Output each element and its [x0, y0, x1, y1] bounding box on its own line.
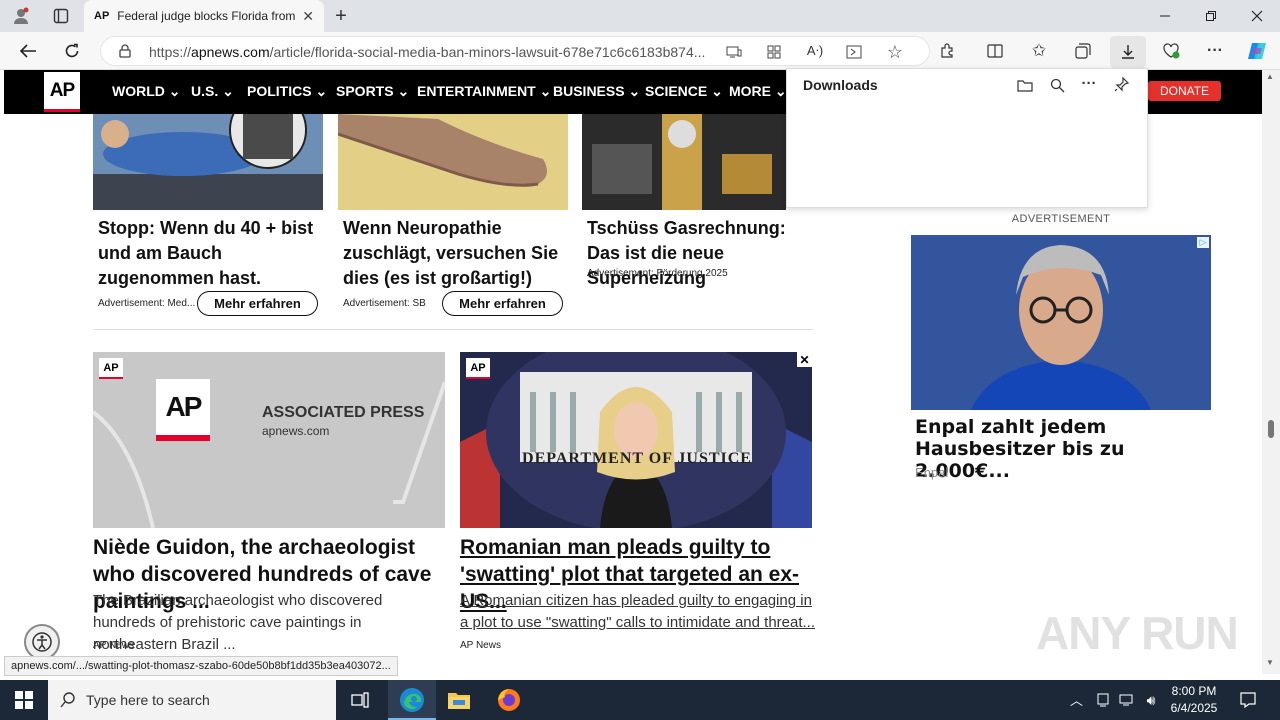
ad-close-icon[interactable]: ✕: [797, 352, 812, 367]
nav-sports[interactable]: SPORTS ⌄: [336, 83, 409, 100]
browser-essentials-icon[interactable]: [1160, 40, 1182, 62]
favorites-icon[interactable]: ✩: [1028, 40, 1050, 62]
article-source-1: AP News: [93, 640, 134, 651]
favorite-star-icon[interactable]: ☆: [885, 42, 905, 62]
active-tab[interactable]: AP Federal judge blocks Florida from ✕: [84, 0, 324, 32]
file-explorer-icon[interactable]: [446, 688, 472, 712]
associated-press-text: ASSOCIATED PRESS: [262, 404, 425, 421]
ap-image-logo: AP: [156, 379, 210, 441]
new-tab-icon[interactable]: +: [330, 5, 352, 27]
mehr-erfahren-button-1[interactable]: Mehr erfahren: [197, 291, 318, 316]
nav-science[interactable]: SCIENCE ⌄: [645, 83, 723, 100]
network-device-icon[interactable]: [1094, 690, 1112, 710]
open-folder-icon[interactable]: [1015, 75, 1035, 95]
edge-taskbar-button[interactable]: [388, 680, 436, 720]
ad-source-heating: Advertisement: Förderung 2025: [587, 268, 728, 279]
ad-title-neuropathy[interactable]: Wenn Neuropathie zuschlägt, versuchen Si…: [343, 216, 568, 291]
taskbar-search-box[interactable]: Type here to search: [48, 680, 336, 720]
mehr-erfahren-button-2[interactable]: Mehr erfahren: [442, 291, 563, 316]
nav-us[interactable]: U.S. ⌄: [191, 83, 234, 100]
apnews-domain-text: apnews.com: [262, 424, 330, 438]
status-link-url: apnews.com/.../swatting-plot-thomasz-sza…: [4, 656, 398, 676]
downloads-icon[interactable]: [1110, 36, 1146, 68]
restore-icon[interactable]: [1200, 5, 1222, 27]
ap-favicon-icon: AP: [94, 10, 110, 22]
tab-title: Federal judge blocks Florida from: [117, 9, 296, 23]
anyrun-watermark: ANY RUN: [1036, 607, 1239, 659]
back-icon[interactable]: [16, 40, 40, 62]
nav-world[interactable]: WORLD ⌄: [112, 83, 181, 100]
downloads-title: Downloads: [803, 77, 878, 93]
ap-logo[interactable]: AP: [44, 72, 80, 112]
taskbar-date: 6/4/2025: [1170, 701, 1218, 715]
taskbar-clock[interactable]: 8:00 PM 6/4/2025: [1164, 683, 1224, 717]
network-icon[interactable]: [1118, 690, 1136, 710]
article-image-doj[interactable]: AP DEPARTMENT OF JUSTICE ✕: [460, 352, 812, 528]
volume-icon[interactable]: 🔊︎: [1142, 690, 1160, 710]
read-aloud-icon[interactable]: Aᐧ): [805, 42, 825, 60]
minimize-icon[interactable]: [1154, 5, 1176, 27]
ad-title-heating[interactable]: Tschüss Gasrechnung: Das ist die neue Su…: [587, 216, 812, 291]
advertisement-label: ADVERTISEMENT: [1011, 213, 1111, 225]
split-screen-icon[interactable]: [984, 40, 1006, 62]
page-scrollbar[interactable]: ▲ ▼: [1262, 70, 1280, 674]
right-ad-source: Enpal: [915, 465, 949, 480]
downloads-more-icon[interactable]: ···: [1079, 73, 1099, 93]
article-ap-tag-1: AP: [99, 358, 123, 379]
adchoices-icon[interactable]: ▷: [1197, 237, 1209, 248]
right-ad-image[interactable]: ▷: [911, 235, 1211, 410]
article-desc-swatting[interactable]: A Romanian citizen has pleaded guilty to…: [460, 590, 815, 634]
nav-more[interactable]: MORE ⌄: [729, 83, 787, 100]
read-aloud-device-icon[interactable]: [725, 43, 743, 61]
extensions-icon[interactable]: [936, 40, 958, 62]
nav-politics[interactable]: POLITICS ⌄: [247, 83, 327, 100]
collections-icon[interactable]: [1072, 40, 1094, 62]
ad-source-belly: Advertisement: Med...: [98, 298, 196, 309]
downloads-panel: Downloads ···: [786, 68, 1148, 208]
ad-source-neuropathy: Advertisement: SB: [343, 298, 426, 309]
doj-seal-text: DEPARTMENT OF JUSTICE: [522, 450, 752, 467]
accessibility-icon[interactable]: [24, 624, 60, 660]
nav-entertainment[interactable]: ENTERTAINMENT ⌄: [417, 83, 551, 100]
close-window-icon[interactable]: [1246, 5, 1268, 27]
tab-bar: AP Federal judge blocks Florida from ✕ +: [0, 0, 1280, 32]
scroll-up-icon[interactable]: ▲: [1266, 72, 1274, 81]
ad-image-heater[interactable]: [582, 114, 786, 210]
pin-icon[interactable]: [1111, 74, 1131, 94]
url-text[interactable]: https://apnews.com/article/florida-socia…: [149, 44, 714, 60]
donate-button[interactable]: DONATE: [1148, 81, 1221, 101]
tab-actions-icon[interactable]: [50, 6, 72, 26]
article-image-ap[interactable]: AP AP ASSOCIATED PRESS apnews.com: [93, 352, 445, 528]
scroll-down-icon[interactable]: ▼: [1266, 658, 1274, 667]
ad-title-belly[interactable]: Stopp: Wenn du 40 + bist und am Bauch zu…: [98, 216, 323, 291]
edge-icon: [400, 688, 424, 712]
profile-icon[interactable]: [10, 6, 32, 26]
right-ad-title[interactable]: Enpal zahlt jedem Hausbesitzer bis zu 2.…: [915, 416, 1215, 482]
scroll-thumb[interactable]: [1268, 420, 1274, 438]
notifications-icon[interactable]: [1238, 689, 1258, 711]
taskbar-search-placeholder: Type here to search: [86, 692, 210, 708]
task-view-icon[interactable]: [348, 689, 372, 711]
search-downloads-icon[interactable]: [1047, 75, 1067, 95]
ad-image-foot[interactable]: [338, 114, 568, 210]
lock-icon[interactable]: [117, 43, 133, 59]
nav-business[interactable]: BUSINESS ⌄: [553, 83, 640, 100]
windows-start-icon[interactable]: [12, 689, 36, 711]
article-source-2: AP News: [460, 640, 501, 651]
refresh-icon[interactable]: [60, 40, 84, 62]
ad-image-belly[interactable]: [93, 114, 323, 210]
tray-overflow-icon[interactable]: ︿: [1070, 690, 1083, 709]
copilot-icon[interactable]: [1244, 39, 1270, 63]
app-available-icon[interactable]: [765, 43, 783, 61]
article-ap-tag-2: AP: [466, 358, 490, 379]
firefox-icon[interactable]: [496, 687, 522, 713]
close-tab-icon[interactable]: ✕: [302, 8, 314, 25]
divider: [93, 329, 813, 330]
immersive-reader-icon[interactable]: [845, 43, 863, 61]
address-bar[interactable]: https://apnews.com/article/florida-socia…: [100, 36, 930, 66]
article-desc-guidon[interactable]: The Brazilian archaeologist who discover…: [93, 590, 448, 656]
settings-more-icon[interactable]: ···: [1204, 40, 1226, 62]
taskbar-time: 8:00 PM: [1171, 684, 1217, 698]
search-icon: [60, 692, 75, 708]
